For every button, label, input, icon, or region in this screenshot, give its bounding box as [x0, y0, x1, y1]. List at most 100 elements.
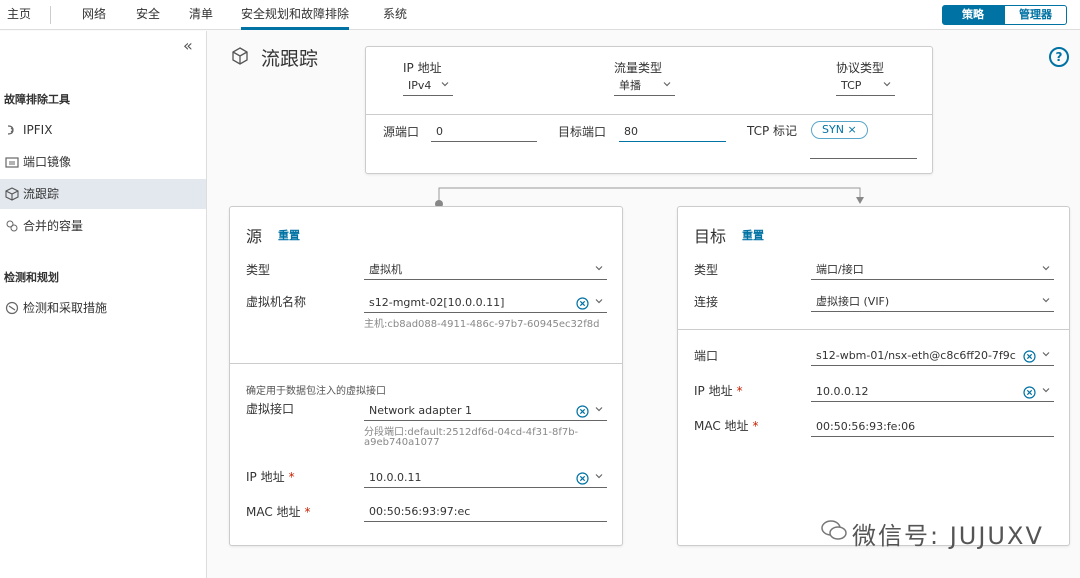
sidebar-item-discover-act[interactable]: 检测和采取措施	[0, 293, 206, 323]
port-select[interactable]: s12-wbm-01/nsx-eth@c8c6ff20-7f9c	[811, 348, 1054, 366]
vm-host-helper: 主机:cb8ad088-4911-486c-97b7-60945ec32f8d	[364, 319, 600, 330]
tab-inventory[interactable]: 清单	[189, 0, 213, 30]
destination-ip-select[interactable]: 10.0.0.12	[811, 384, 1054, 402]
clear-icon[interactable]	[576, 405, 589, 418]
mode-toggle: 策略 管理器	[942, 5, 1067, 25]
connection-label: 连接	[694, 295, 719, 309]
vm-name-value: s12-mgmt-02[10.0.0.11]	[369, 296, 505, 309]
ip-address-label: IP 地址	[403, 61, 442, 75]
sidebar-item-port-mirroring[interactable]: 端口镜像	[0, 147, 206, 177]
connection-select[interactable]: 虚拟接口 (VIF)	[811, 294, 1054, 312]
destination-type-select[interactable]: 端口/接口	[811, 262, 1054, 280]
sidebar-item-consolidated-capacity[interactable]: 合并的容量	[0, 211, 206, 241]
watermark: 微信号: JUJUXV	[820, 514, 1060, 550]
protocol-type-select[interactable]: TCP	[836, 78, 895, 96]
traffic-type-value: 单播	[619, 79, 641, 92]
destination-mac-input[interactable]: 00:50:56:93:fe:06	[811, 417, 1054, 437]
source-type-select[interactable]: 虚拟机	[364, 262, 607, 280]
top-nav: 主页 网络 安全 清单 安全规划和故障排除 系统 策略 管理器	[0, 0, 1080, 30]
ip-version-value: IPv4	[408, 79, 432, 92]
help-icon[interactable]: ?	[1049, 47, 1069, 67]
source-title: 源	[246, 227, 263, 246]
traceflow-settings-card: IP 地址 IPv4 流量类型 单播 协议类型 TCP 源端口 0 目标端口 8…	[365, 46, 933, 174]
chevron-down-icon	[1042, 266, 1050, 271]
destination-ip-label: IP 地址 *	[694, 382, 743, 399]
sidebar-item-label: IPFIX	[23, 123, 53, 137]
source-ip-select[interactable]: 10.0.0.11	[364, 470, 607, 488]
source-type-label: 类型	[246, 263, 271, 277]
port-value: s12-wbm-01/nsx-eth@c8c6ff20-7f9c	[816, 349, 1016, 362]
page-title: 流跟踪	[261, 48, 319, 70]
capacity-icon	[6, 220, 18, 232]
destination-reset-link[interactable]: 重置	[742, 227, 764, 243]
divider	[366, 114, 932, 115]
tab-networking[interactable]: 网络	[82, 0, 106, 30]
destination-ip-value: 10.0.0.12	[816, 385, 869, 398]
protocol-type-label: 协议类型	[836, 61, 885, 75]
sidebar-section-planning: 检测和规划	[4, 271, 59, 284]
manager-button[interactable]: 管理器	[1004, 5, 1067, 25]
vm-name-select[interactable]: s12-mgmt-02[10.0.0.11]	[364, 295, 607, 313]
chevron-down-icon	[1042, 352, 1050, 357]
sidebar: « 故障排除工具 IPFIX 端口镜像 流跟踪 合并的容量 检测和规划 检测和采…	[0, 31, 207, 578]
source-ip-label: IP 地址 *	[246, 468, 295, 485]
source-reset-link[interactable]: 重置	[278, 227, 300, 243]
chevron-down-icon	[1042, 388, 1050, 393]
chevron-down-icon	[595, 299, 603, 304]
traffic-type-select[interactable]: 单播	[614, 78, 675, 96]
destination-card: 目标 重置 类型 端口/接口 连接 虚拟接口 (VIF) 端口 s12-wbm-…	[677, 206, 1070, 546]
chevron-down-icon	[441, 82, 449, 87]
ipfix-icon	[7, 125, 14, 135]
collapse-sidebar-icon[interactable]: «	[183, 36, 193, 55]
required-marker: *	[304, 505, 311, 519]
policy-button[interactable]: 策略	[942, 5, 1004, 25]
connection-value: 虚拟接口 (VIF)	[816, 295, 890, 308]
source-mac-label-text: MAC 地址	[246, 505, 301, 519]
source-port-label: 源端口	[383, 125, 420, 139]
source-ip-value: 10.0.0.11	[369, 471, 422, 484]
source-port-input[interactable]: 0	[431, 122, 537, 142]
sidebar-item-label: 端口镜像	[23, 155, 72, 169]
clear-icon[interactable]	[1023, 386, 1036, 399]
ip-version-select[interactable]: IPv4	[403, 78, 453, 96]
chevron-down-icon	[595, 474, 603, 479]
cube-icon	[5, 187, 19, 201]
tab-home[interactable]: 主页	[7, 0, 31, 30]
segment-port-helper: 分段端口:default:2512df6d-04cd-4f31-8f7b-a9e…	[364, 427, 579, 448]
discover-icon	[5, 301, 19, 315]
sidebar-item-traceflow[interactable]: 流跟踪	[0, 179, 206, 209]
destination-mac-label: MAC 地址 *	[694, 417, 759, 434]
sidebar-section-troubleshooting: 故障排除工具	[4, 93, 70, 106]
required-marker: *	[288, 470, 295, 484]
port-mirror-icon	[5, 157, 19, 168]
vif-label: 虚拟接口	[246, 402, 295, 416]
tcp-flag-chip-label: SYN	[822, 123, 844, 136]
cube-icon	[232, 47, 248, 65]
chevron-down-icon	[595, 407, 603, 412]
packet-injection-note: 确定用于数据包注入的虚拟接口	[246, 386, 386, 397]
divider	[230, 363, 622, 364]
clear-icon[interactable]	[1023, 350, 1036, 363]
vif-select[interactable]: Network adapter 1	[364, 403, 607, 421]
tcp-flag-chip[interactable]: SYN ×	[811, 121, 868, 139]
destination-ip-label-text: IP 地址	[694, 384, 733, 398]
tab-plan-troubleshoot[interactable]: 安全规划和故障排除	[241, 0, 350, 30]
source-card: 源 重置 类型 虚拟机 虚拟机名称 s12-mgmt-02[10.0.0.11]…	[229, 206, 623, 546]
source-ip-label-text: IP 地址	[246, 470, 285, 484]
vm-name-label: 虚拟机名称	[246, 295, 307, 309]
chevron-down-icon	[595, 266, 603, 271]
tab-system[interactable]: 系统	[383, 0, 407, 30]
source-mac-label: MAC 地址 *	[246, 503, 311, 520]
destination-mac-label-text: MAC 地址	[694, 419, 749, 433]
divider	[678, 329, 1069, 330]
clear-icon[interactable]	[576, 297, 589, 310]
tab-security[interactable]: 安全	[136, 0, 160, 30]
sidebar-item-label: 检测和采取措施	[23, 301, 108, 315]
clear-icon[interactable]	[576, 472, 589, 485]
source-mac-input[interactable]: 00:50:56:93:97:ec	[364, 502, 607, 522]
destination-type-label: 类型	[694, 263, 719, 277]
close-icon[interactable]: ×	[847, 123, 856, 136]
sidebar-item-ipfix[interactable]: IPFIX	[0, 115, 206, 145]
nav-divider	[50, 6, 51, 24]
destination-port-input[interactable]: 80	[619, 122, 726, 142]
